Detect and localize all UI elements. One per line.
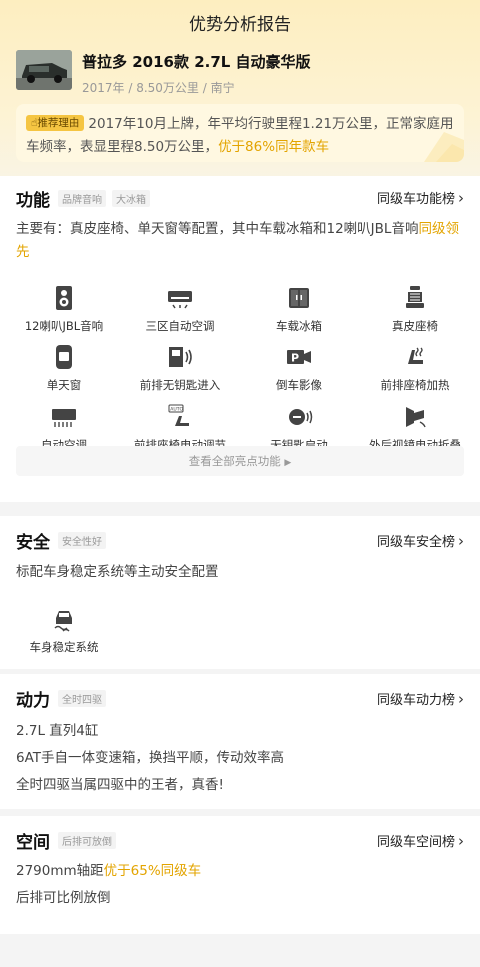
chevron-right-icon: › <box>458 831 464 850</box>
safety-title: 安全 <box>16 533 50 553</box>
fridge-icon <box>289 288 309 308</box>
car-summary: 普拉多 2016款 2.7L 自动豪华版 2017年 / 8.50万公里 / 南… <box>16 50 311 96</box>
features-section: 功能 品牌音响 大冰箱 同级车功能榜 › 主要有：真皮座椅、单天窗等配置，其中车载… <box>0 176 480 502</box>
feature-item[interactable]: 车身稳定系统 <box>4 604 124 655</box>
speaker-icon <box>56 286 72 310</box>
auto-ac-icon <box>52 409 76 427</box>
car-thumbnail <box>16 50 72 90</box>
power-title: 动力 <box>16 691 50 711</box>
svg-text:AUTO: AUTO <box>170 407 183 413</box>
seat-icon <box>406 286 424 308</box>
power-seat-icon: AUTO <box>168 404 189 426</box>
safety-tag: 安全性好 <box>58 532 106 549</box>
features-description: 主要有：真皮座椅、单天窗等配置，其中车载冰箱和12喇叭JBL音响同级领先 <box>16 221 459 260</box>
reverse-camera-icon: P <box>287 350 311 365</box>
chevron-right-icon: › <box>458 531 464 550</box>
space-rank-link[interactable]: 同级车空间榜 › <box>377 831 464 851</box>
space-title: 空间 <box>16 833 50 853</box>
feature-item[interactable]: 单天窗 <box>4 342 124 393</box>
safety-section: 安全 安全性好 同级车安全榜 › 标配车身稳定系统等主动安全配置 车身稳定系统 <box>0 516 480 669</box>
feature-item[interactable]: 真皮座椅 <box>355 283 475 334</box>
stability-control-icon <box>54 611 72 632</box>
start-button-icon <box>289 409 313 425</box>
feature-item[interactable]: 12喇叭JBL音响 <box>4 283 124 334</box>
space-tag: 后排可放倒 <box>58 832 116 849</box>
feature-item[interactable]: 三区自动空调 <box>120 283 240 334</box>
seat-heating-icon <box>408 347 423 364</box>
feature-item[interactable]: 前排座椅加热 <box>355 342 475 393</box>
mirror-fold-icon <box>406 407 426 428</box>
features-tag: 品牌音响 <box>58 190 106 207</box>
power-line: 2.7L 直列4缸 <box>16 723 99 739</box>
chevron-right-icon: › <box>458 689 464 708</box>
features-rank-link[interactable]: 同级车功能榜 › <box>377 188 464 208</box>
power-line: 全时四驱当属四驱中的王者，真香! <box>16 777 224 793</box>
keyless-entry-icon <box>169 347 192 367</box>
chevron-right-icon: › <box>458 188 464 207</box>
power-section: 动力 全时四驱 同级车动力榜 › 2.7L 直列4缸 6AT手自一体变速箱，换挡平… <box>0 674 480 809</box>
svg-text:P: P <box>291 352 299 365</box>
features-title: 功能 <box>16 191 50 211</box>
car-name: 普拉多 2016款 2.7L 自动豪华版 <box>82 53 311 71</box>
decoration-icon <box>424 132 464 162</box>
power-rank-link[interactable]: 同级车动力榜 › <box>377 689 464 709</box>
feature-item[interactable]: P 倒车影像 <box>239 342 359 393</box>
feature-item[interactable]: 前排无钥匙进入 <box>120 342 240 393</box>
power-line: 6AT手自一体变速箱，换挡平顺，传动效率高 <box>16 750 285 766</box>
ac-unit-icon <box>168 291 192 309</box>
space-line: 后排可比例放倒 <box>16 890 111 906</box>
caret-right-icon: ▶ <box>284 458 292 468</box>
space-line: 2790mm轴距优于65%同级车 <box>16 863 202 879</box>
sunroof-icon <box>56 345 72 369</box>
safety-rank-link[interactable]: 同级车安全榜 › <box>377 531 464 551</box>
car-meta: 2017年 / 8.50万公里 / 南宁 <box>82 81 235 95</box>
view-all-features-button[interactable]: 查看全部亮点功能 ▶ <box>16 446 464 476</box>
recommend-reason-card: ☝推荐理由 2017年10月上牌，年平均行驶里程1.21万公里，正常家庭用车频率… <box>16 104 464 162</box>
page-title: 优势分析报告 <box>189 15 291 35</box>
power-tag: 全时四驱 <box>58 690 106 707</box>
feature-item[interactable]: 车载冰箱 <box>239 283 359 334</box>
features-tag: 大冰箱 <box>112 190 150 207</box>
recommend-reason-tag: ☝推荐理由 <box>26 115 85 131</box>
safety-description: 标配车身稳定系统等主动安全配置 <box>16 564 219 580</box>
reason-highlight: 优于86%同年款车 <box>218 139 330 155</box>
space-section: 空间 后排可放倒 同级车空间榜 › 2790mm轴距优于65%同级车 后排可比例放… <box>0 816 480 934</box>
